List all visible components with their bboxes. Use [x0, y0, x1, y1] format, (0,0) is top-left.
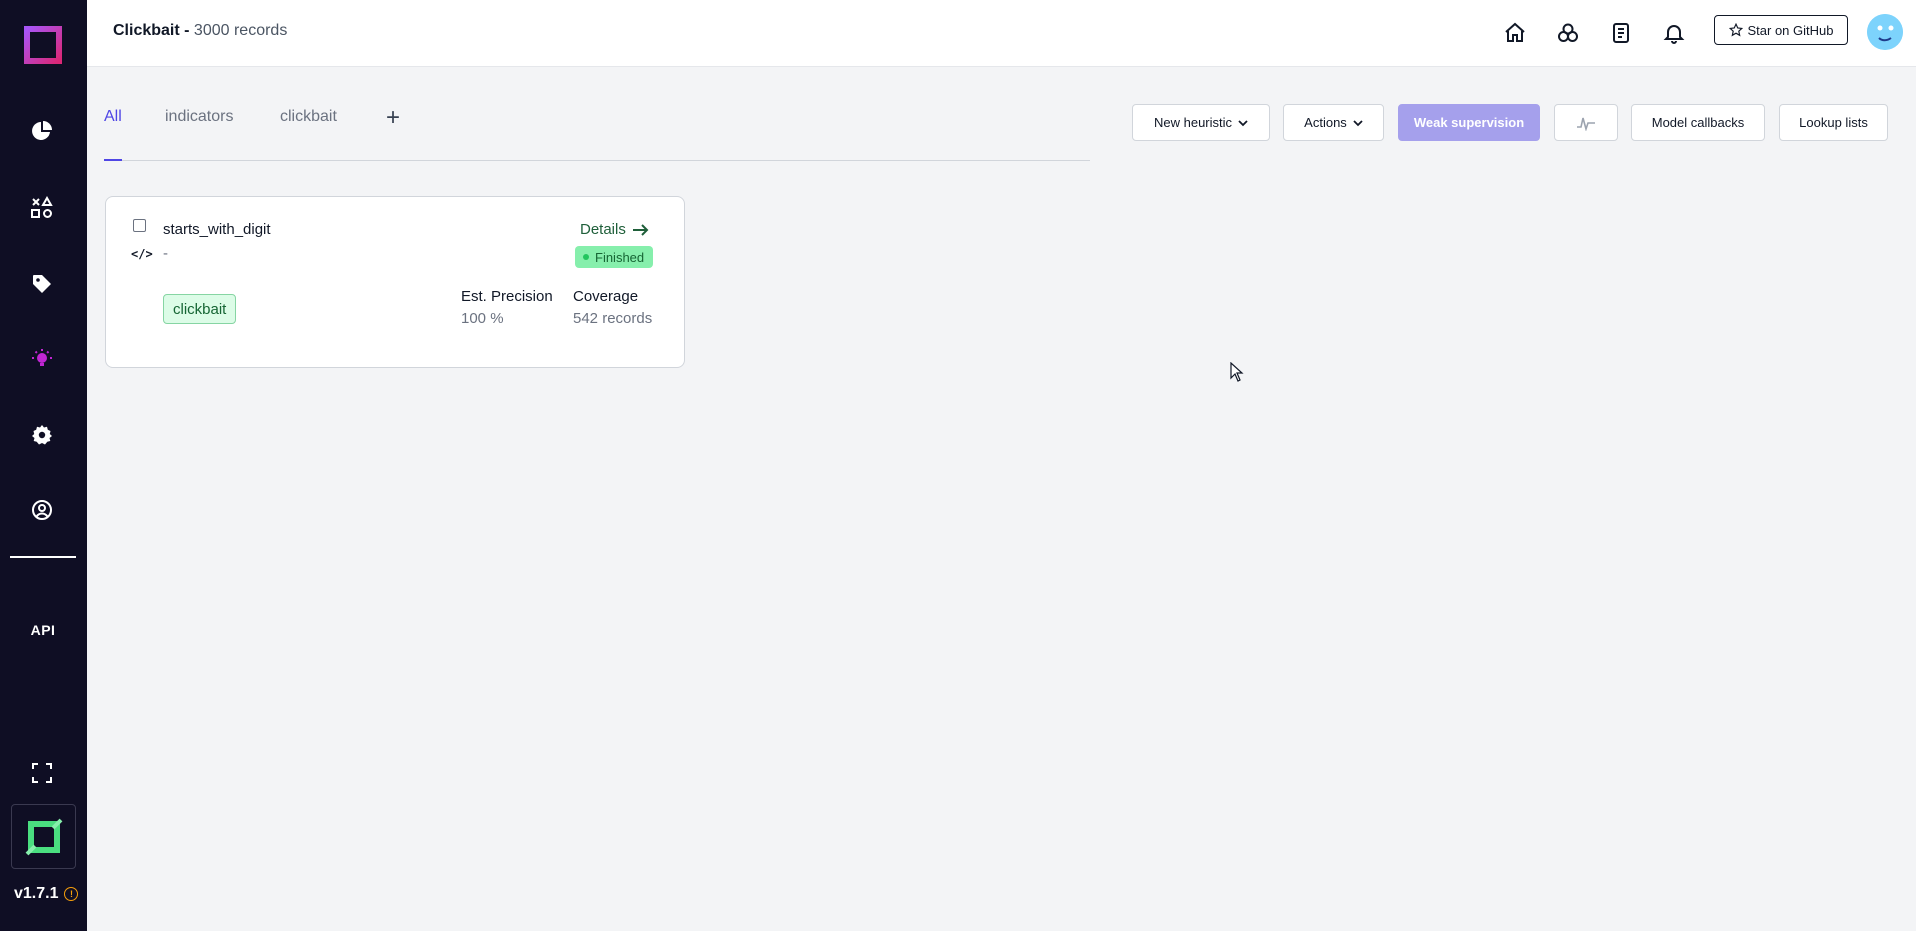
warning-icon[interactable]: !: [64, 887, 79, 901]
star-github-button[interactable]: Star on GitHub: [1714, 15, 1848, 45]
shapes-icon[interactable]: [26, 192, 58, 224]
code-icon: </>: [131, 247, 153, 261]
sidebar-divider: [10, 556, 76, 558]
lookup-lists-button[interactable]: Lookup lists: [1779, 104, 1888, 141]
tab-label: clickbait: [280, 108, 337, 125]
bulb-icon[interactable]: [26, 343, 58, 375]
new-heuristic-label: New heuristic: [1153, 115, 1233, 130]
tab-clickbait[interactable]: clickbait: [280, 108, 337, 126]
add-tab-button[interactable]: +: [386, 104, 400, 132]
user-circle-icon[interactable]: [26, 494, 58, 526]
heuristic-select-checkbox[interactable]: [133, 219, 146, 232]
version-text: v1.7.1: [14, 885, 59, 902]
actions-label: Actions: [1304, 115, 1347, 130]
label-chip: clickbait: [163, 294, 237, 324]
home-icon[interactable]: [1500, 18, 1530, 48]
avatar[interactable]: [1867, 14, 1903, 50]
star-icon: [1728, 23, 1743, 37]
gear-icon[interactable]: [26, 419, 58, 451]
tab-label: All: [104, 108, 122, 125]
weak-supervision-label: Weak supervision: [1413, 115, 1525, 130]
wave-icon: [1577, 117, 1595, 131]
precision-value: 100 %: [461, 310, 504, 327]
chevron-down-icon: [1353, 119, 1363, 126]
project-title: Clickbait - 3000 records: [113, 22, 287, 40]
mouse-cursor-icon: [1230, 362, 1244, 382]
tab-all[interactable]: All: [104, 108, 122, 126]
arrow-right-icon: [632, 223, 649, 236]
heuristic-tabs: All indicators clickbait +: [104, 96, 1090, 161]
sidebar: API v1.7.1 !: [0, 0, 87, 931]
pie-chart-icon[interactable]: [26, 115, 58, 147]
tab-label: indicators: [165, 108, 234, 125]
tag-icon[interactable]: [26, 268, 58, 300]
precision-header: Est. Precision: [461, 288, 553, 305]
heuristic-name: starts_with_digit: [163, 221, 271, 238]
lookup-lists-label: Lookup lists: [1799, 115, 1868, 130]
model-callbacks-button[interactable]: Model callbacks: [1631, 104, 1765, 141]
coverage-header: Coverage: [573, 288, 639, 305]
star-github-label: Star on GitHub: [1747, 22, 1834, 38]
heuristic-card: starts_with_digit </> - Details Finished…: [105, 196, 685, 368]
distribution-button[interactable]: [1554, 104, 1618, 141]
tab-indicators[interactable]: indicators: [165, 108, 233, 126]
version-label: v1.7.1 !: [14, 885, 79, 903]
api-link[interactable]: API: [20, 622, 66, 638]
weak-supervision-button[interactable]: Weak supervision: [1398, 104, 1540, 141]
app-logo[interactable]: [24, 26, 62, 64]
status-badge: Finished: [575, 246, 654, 268]
project-name: Clickbait -: [113, 22, 190, 39]
status-dot: [583, 254, 589, 260]
circles-icon[interactable]: [1553, 18, 1583, 48]
fullscreen-icon[interactable]: [26, 757, 58, 789]
document-icon[interactable]: [1606, 18, 1636, 48]
chevron-down-icon: [1238, 119, 1248, 126]
model-callbacks-label: Model callbacks: [1651, 115, 1745, 130]
brand-logo: [11, 804, 76, 869]
heuristic-description: -: [163, 245, 168, 262]
status-text: Finished: [595, 249, 645, 265]
coverage-value: 542 records: [573, 310, 653, 327]
record-count: 3000 records: [193, 22, 288, 39]
actions-button[interactable]: Actions: [1283, 104, 1384, 141]
active-tab-indicator: [104, 159, 122, 161]
bell-icon[interactable]: [1659, 18, 1689, 48]
details-link[interactable]: Details: [580, 221, 650, 238]
new-heuristic-button[interactable]: New heuristic: [1132, 104, 1270, 141]
top-header: Clickbait - 3000 records Star on GitHub: [87, 0, 1916, 67]
details-label: Details: [580, 221, 626, 238]
